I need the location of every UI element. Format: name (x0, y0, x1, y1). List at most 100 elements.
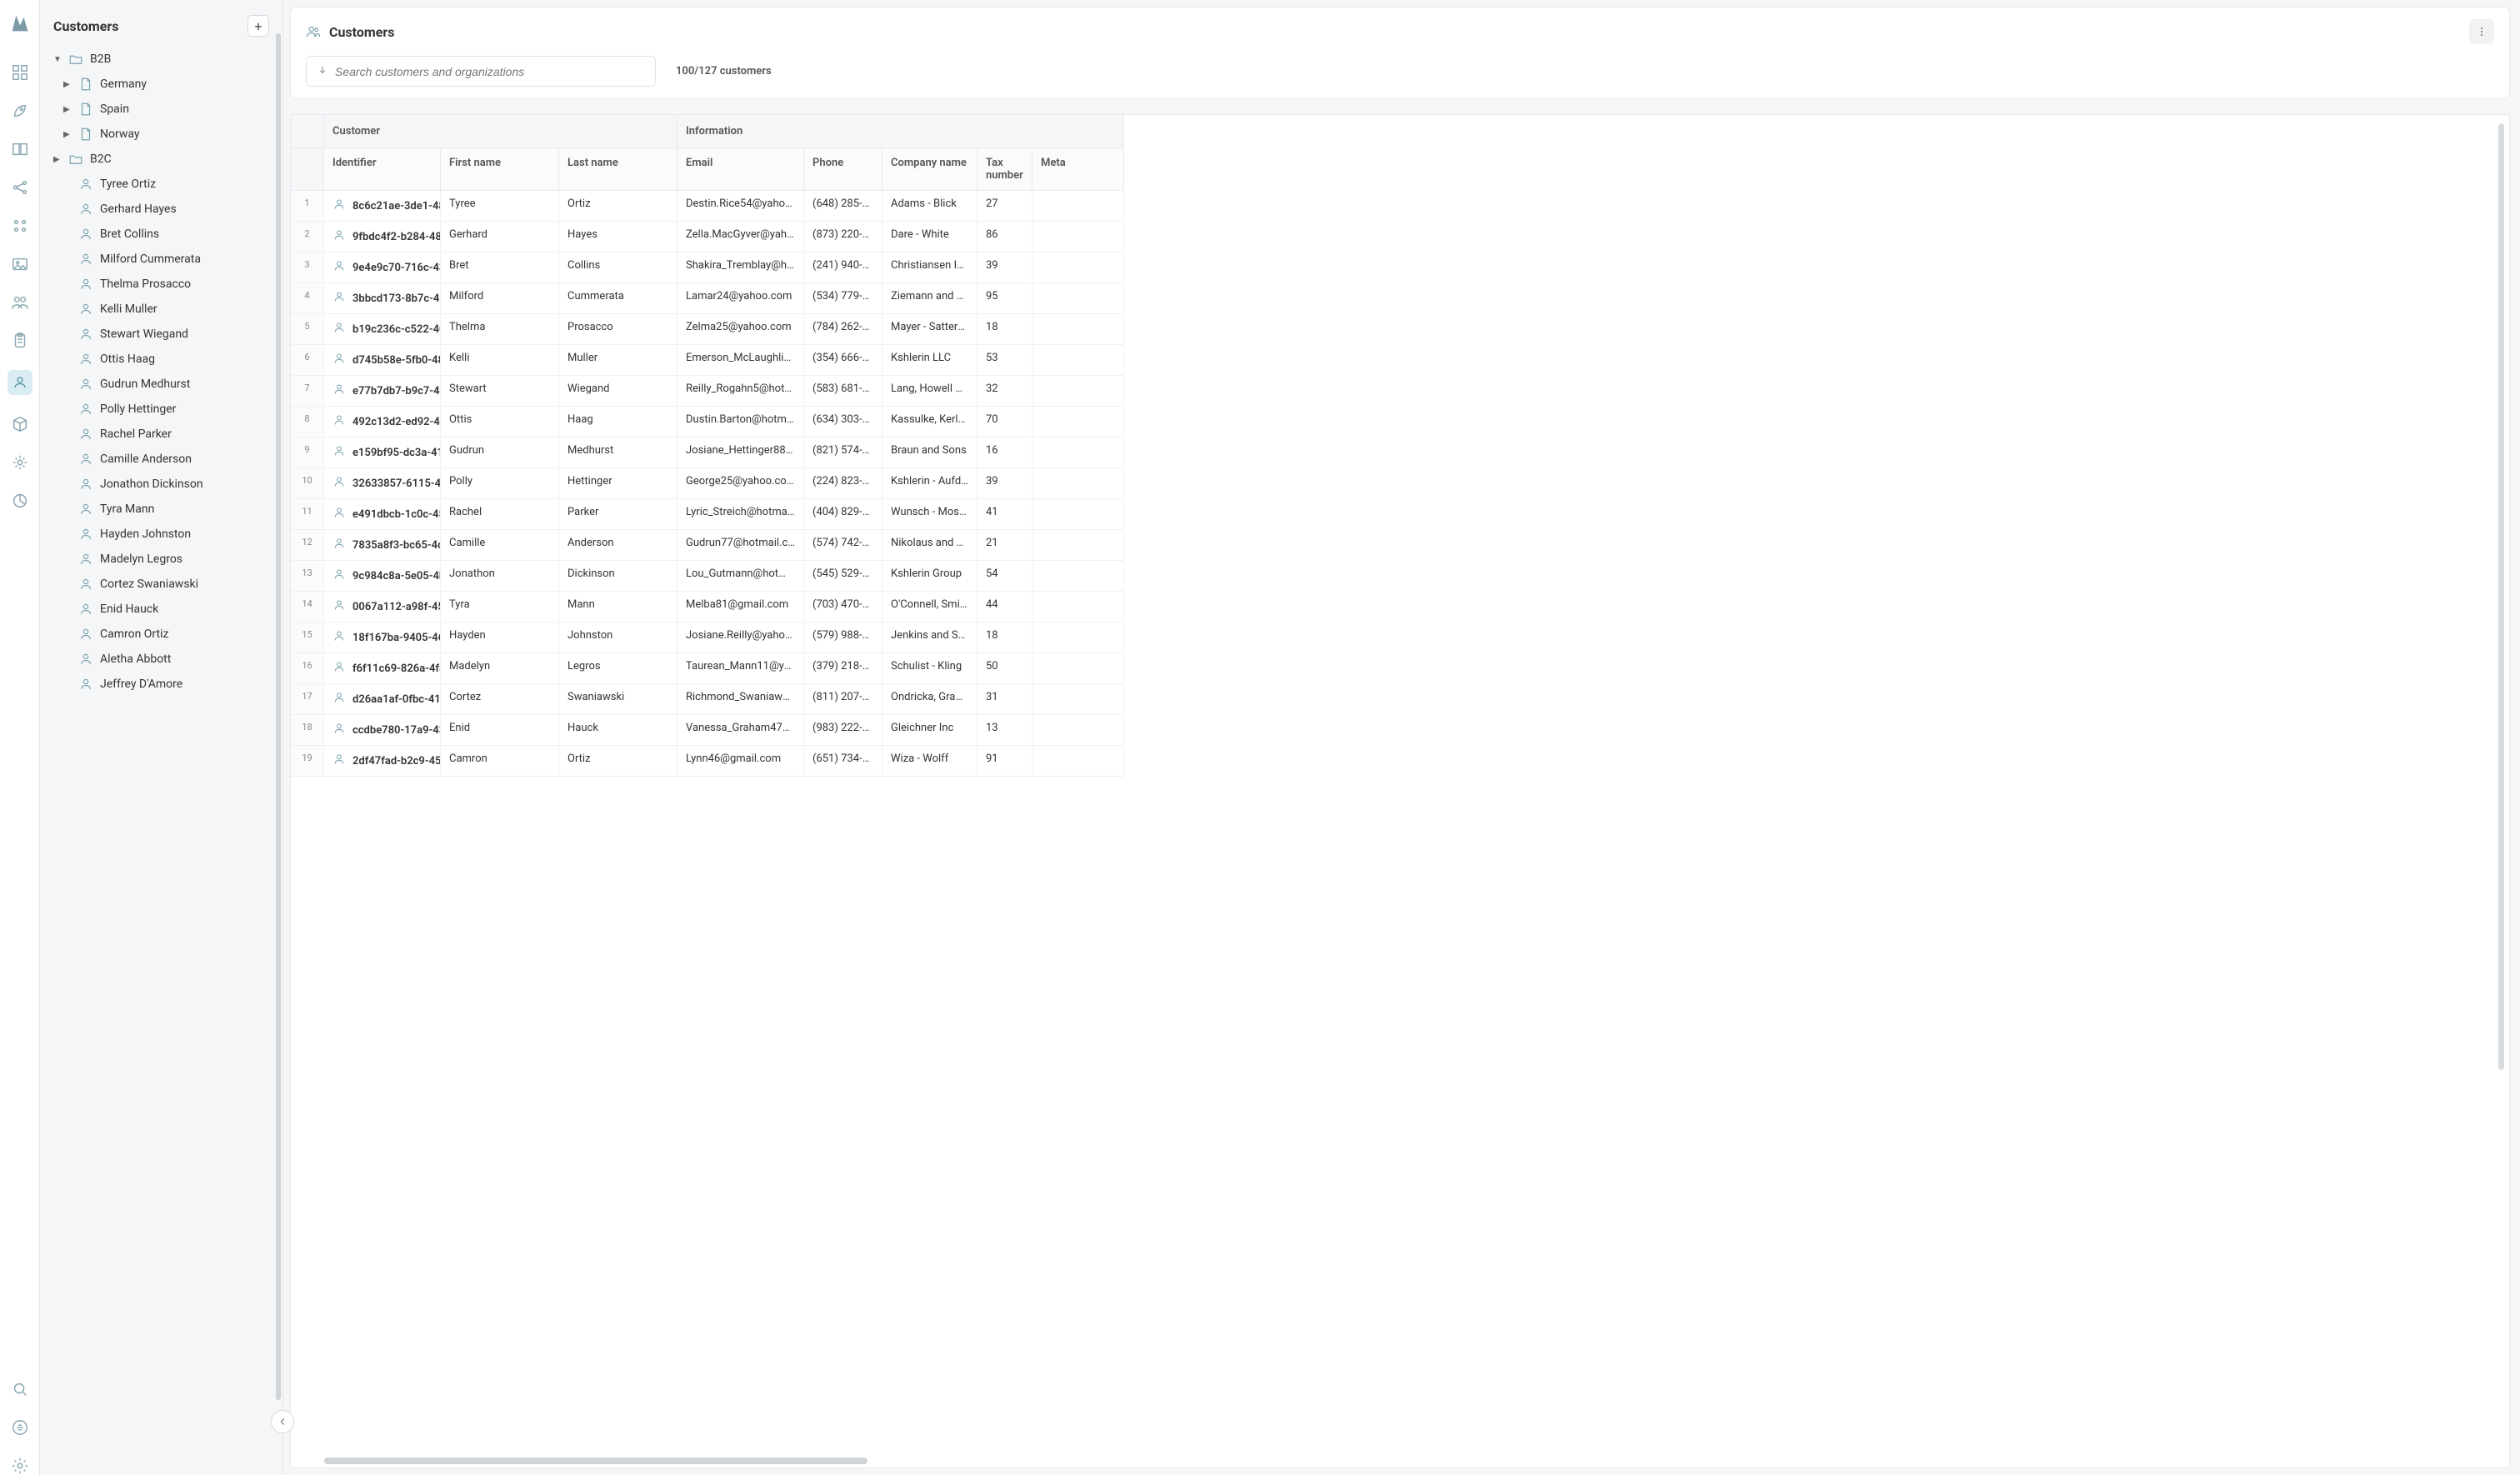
cell-email[interactable]: Destin.Rice54@yahoo.com (678, 191, 804, 222)
cell-phone[interactable]: (821) 574-7556 (804, 438, 882, 468)
th-company[interactable]: Company name (882, 148, 978, 191)
cell-meta[interactable] (1032, 684, 1124, 715)
table-vertical-scrollbar[interactable] (2498, 123, 2504, 1070)
cell-meta[interactable] (1032, 499, 1124, 530)
cell-id[interactable]: e491dbcb-1c0c-45 (324, 499, 441, 530)
dashboard-icon[interactable] (11, 63, 29, 82)
cell-id[interactable]: ccdbe780-17a9-43 (324, 715, 441, 746)
tree-person[interactable]: Enid Hauck (40, 597, 282, 622)
th-first-name[interactable]: First name (441, 148, 559, 191)
th-identifier[interactable]: Identifier (324, 148, 441, 191)
cell-first-name[interactable]: Milford (441, 283, 559, 314)
cell-phone[interactable]: (241) 940-9384 (804, 252, 882, 283)
cell-meta[interactable] (1032, 592, 1124, 622)
cell-company[interactable]: Dare - White (882, 222, 978, 252)
cell-last-name[interactable]: Dickinson (559, 561, 678, 592)
cell-company[interactable]: Kshlerin - Aufderhar (882, 468, 978, 499)
th-tax[interactable]: Tax number (978, 148, 1032, 191)
cell-meta[interactable] (1032, 407, 1124, 438)
cell-id[interactable]: f6f11c69-826a-4f8 (324, 653, 441, 684)
cell-last-name[interactable]: Swaniawski (559, 684, 678, 715)
cell-meta[interactable] (1032, 468, 1124, 499)
cell-phone[interactable]: (534) 779-5697 (804, 283, 882, 314)
cell-company[interactable]: Nikolaus and Sons (882, 530, 978, 561)
team-icon[interactable] (11, 293, 29, 312)
book-icon[interactable] (11, 140, 29, 158)
table-horizontal-scrollbar[interactable] (324, 1458, 2498, 1464)
cell-meta[interactable] (1032, 222, 1124, 252)
cell-tax[interactable]: 53 (978, 345, 1032, 376)
cell-id[interactable]: e77b7db7-b9c7-4c (324, 376, 441, 407)
cell-email[interactable]: Emerson_McLaughlin37@ (678, 345, 804, 376)
tree-person[interactable]: Thelma Prosacco (40, 272, 282, 297)
cell-first-name[interactable]: Jonathon (441, 561, 559, 592)
cell-phone[interactable]: (811) 207-5475 (804, 684, 882, 715)
image-icon[interactable] (11, 255, 29, 273)
cell-email[interactable]: Josiane_Hettinger88@hot (678, 438, 804, 468)
cell-phone[interactable]: (583) 681-4745 (804, 376, 882, 407)
cell-tax[interactable]: 21 (978, 530, 1032, 561)
cell-tax[interactable]: 39 (978, 468, 1032, 499)
cell-email[interactable]: Zelma25@yahoo.com (678, 314, 804, 345)
cell-phone[interactable]: (784) 262-2953 (804, 314, 882, 345)
search-icon[interactable] (11, 1380, 29, 1398)
th-last-name[interactable]: Last name (559, 148, 678, 191)
cell-tax[interactable]: 91 (978, 746, 1032, 777)
cell-last-name[interactable]: Prosacco (559, 314, 678, 345)
cell-id[interactable]: 7835a8f3-bc65-4c (324, 530, 441, 561)
th-phone[interactable]: Phone (804, 148, 882, 191)
share-icon[interactable] (11, 178, 29, 197)
cell-email[interactable]: Richmond_Swaniawski88@ (678, 684, 804, 715)
cell-company[interactable]: Adams - Blick (882, 191, 978, 222)
pie-icon[interactable] (11, 492, 29, 510)
cell-id[interactable]: 2df47fad-b2c9-45a (324, 746, 441, 777)
cell-phone[interactable]: (873) 220-4450 (804, 222, 882, 252)
cell-email[interactable]: Josiane.Reilly@yahoo.com (678, 622, 804, 653)
tree-doc-norway[interactable]: ▶Norway (40, 122, 282, 147)
customers-icon[interactable] (8, 370, 32, 395)
cell-first-name[interactable]: Gerhard (441, 222, 559, 252)
sidebar-scrollbar[interactable] (276, 33, 281, 1400)
add-button[interactable]: + (248, 15, 269, 37)
cell-first-name[interactable]: Stewart (441, 376, 559, 407)
settings-icon[interactable] (11, 1457, 29, 1475)
th-email[interactable]: Email (678, 148, 804, 191)
cell-meta[interactable] (1032, 746, 1124, 777)
cell-meta[interactable] (1032, 314, 1124, 345)
cell-first-name[interactable]: Ottis (441, 407, 559, 438)
clipboard-icon[interactable] (11, 332, 29, 350)
cell-phone[interactable]: (545) 529-6955 (804, 561, 882, 592)
cell-last-name[interactable]: Legros (559, 653, 678, 684)
cell-last-name[interactable]: Parker (559, 499, 678, 530)
cell-company[interactable]: Wiza - Wolff (882, 746, 978, 777)
cell-phone[interactable]: (703) 470-8034 (804, 592, 882, 622)
cell-company[interactable]: Wunsch - Mosciski (882, 499, 978, 530)
cell-tax[interactable]: 86 (978, 222, 1032, 252)
cell-first-name[interactable]: Bret (441, 252, 559, 283)
tree-person[interactable]: Tyree Ortiz (40, 172, 282, 197)
cell-email[interactable]: Gudrun77@hotmail.com (678, 530, 804, 561)
cell-id[interactable]: 3bbcd173-8b7c-40 (324, 283, 441, 314)
tree-person[interactable]: Tyra Mann (40, 497, 282, 522)
cell-tax[interactable]: 16 (978, 438, 1032, 468)
cell-email[interactable]: George25@yahoo.com (678, 468, 804, 499)
cell-first-name[interactable]: Madelyn (441, 653, 559, 684)
grid-icon[interactable] (11, 217, 29, 235)
cell-id[interactable]: e159bf95-dc3a-412 (324, 438, 441, 468)
tree-person[interactable]: Polly Hettinger (40, 397, 282, 422)
cell-first-name[interactable]: Cortez (441, 684, 559, 715)
cell-tax[interactable]: 18 (978, 622, 1032, 653)
cell-last-name[interactable]: Medhurst (559, 438, 678, 468)
cell-phone[interactable]: (651) 734-5558 (804, 746, 882, 777)
cell-tax[interactable]: 95 (978, 283, 1032, 314)
cell-company[interactable]: Jenkins and Sons (882, 622, 978, 653)
cell-tax[interactable]: 41 (978, 499, 1032, 530)
cell-email[interactable]: Melba81@gmail.com (678, 592, 804, 622)
cell-meta[interactable] (1032, 252, 1124, 283)
tree-person[interactable]: Camille Anderson (40, 447, 282, 472)
cell-last-name[interactable]: Hauck (559, 715, 678, 746)
th-meta[interactable]: Meta (1032, 148, 1124, 191)
cell-meta[interactable] (1032, 715, 1124, 746)
tree-person[interactable]: Stewart Wiegand (40, 322, 282, 347)
tree-person[interactable]: Cortez Swaniawski (40, 572, 282, 597)
